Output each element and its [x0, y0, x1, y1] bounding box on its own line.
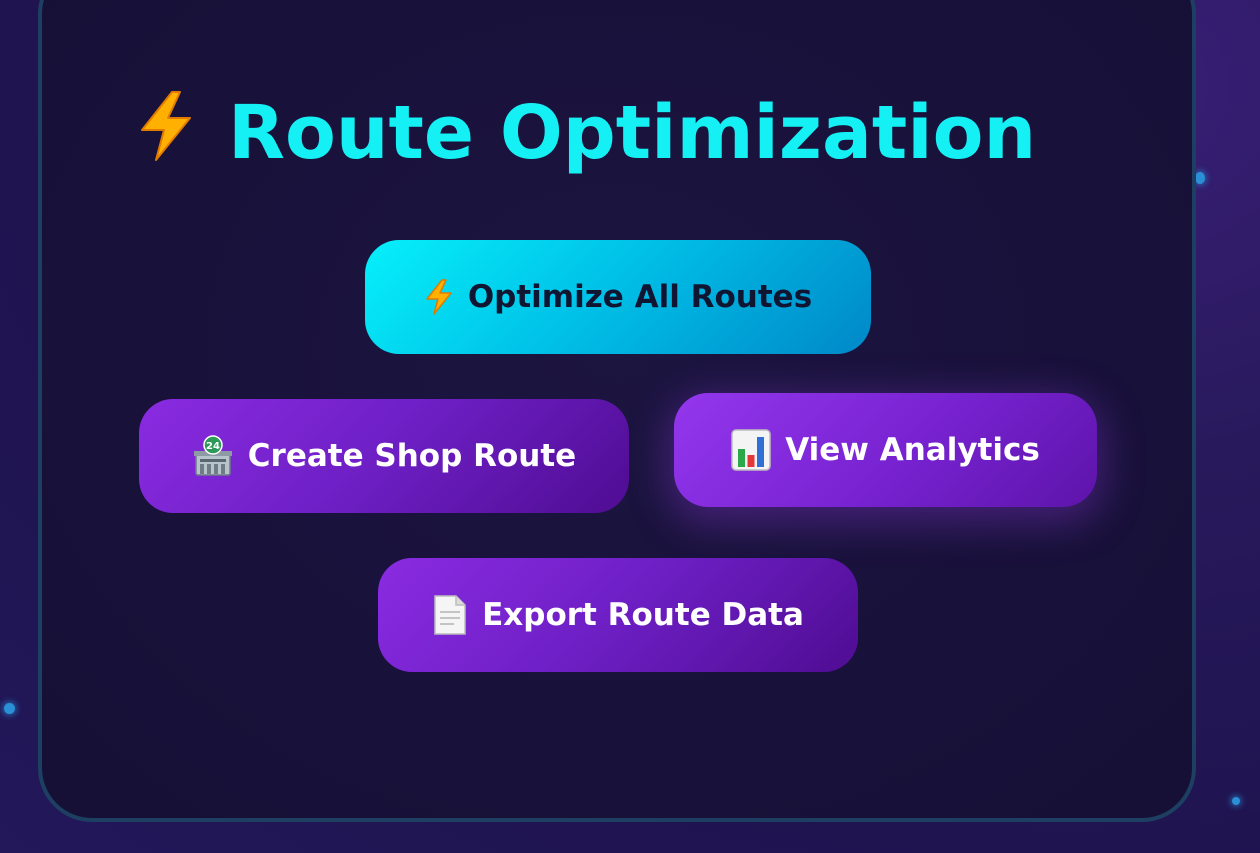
decorative-dot — [4, 703, 15, 714]
lightning-bolt-icon — [424, 279, 454, 315]
decorative-dot — [1232, 797, 1240, 805]
bar-chart-icon — [731, 429, 771, 471]
export-route-data-button[interactable]: Export Route Data — [378, 558, 858, 672]
optimize-all-routes-label: Optimize All Routes — [467, 279, 813, 315]
lightning-bolt-icon — [136, 90, 196, 176]
svg-text:24: 24 — [206, 441, 220, 452]
document-icon — [432, 594, 468, 636]
export-route-data-label: Export Route Data — [482, 597, 804, 633]
view-analytics-label: View Analytics — [785, 432, 1040, 468]
create-shop-route-button[interactable]: 24 Create Shop Route — [139, 399, 629, 513]
page-title-text: Route Optimization — [228, 90, 1037, 176]
view-analytics-button[interactable]: View Analytics — [674, 393, 1097, 507]
create-shop-route-label: Create Shop Route — [247, 438, 577, 474]
decorative-dot — [1195, 172, 1205, 184]
optimize-all-routes-button[interactable]: Optimize All Routes — [365, 240, 871, 354]
page-title: Route Optimization — [136, 88, 1036, 178]
convenience-store-icon: 24 — [192, 435, 234, 477]
